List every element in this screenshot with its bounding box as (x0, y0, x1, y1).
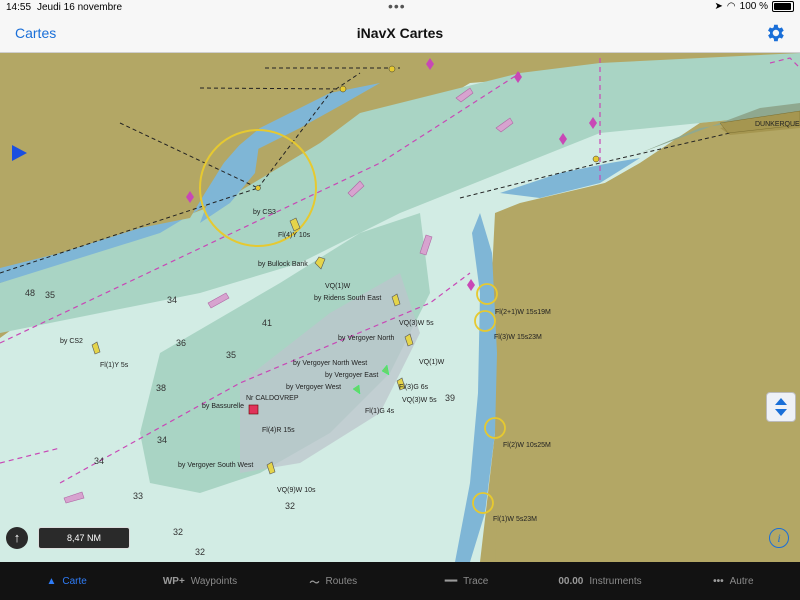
depth-sounding: 41 (262, 318, 273, 328)
light-label: Fl(2)W 10s25M (503, 442, 551, 449)
tab-carte[interactable]: ▲ Carte (0, 562, 133, 600)
light-label: Fl(3)W 15s23M (494, 334, 542, 341)
tab-waypoints[interactable]: WP+ Waypoints (133, 562, 266, 600)
navigation-bar: Cartes iNavX Cartes (0, 16, 800, 53)
trace-icon: ━━ (445, 575, 458, 587)
tab-trace[interactable]: ━━ Trace (400, 562, 533, 600)
depth-sounding: 38 (156, 383, 167, 393)
tab-label: Autre (729, 575, 754, 587)
more-dots-icon: ••• (713, 575, 724, 587)
tab-bar: ▲ Carte WP+ Waypoints 〜 Routes ━━ Trace … (0, 562, 800, 600)
depth-sounding: 32 (173, 527, 184, 537)
tab-label: Waypoints (190, 575, 238, 587)
tab-label: Trace (463, 575, 489, 587)
chart-label: by Vergoyer North West (293, 360, 368, 367)
up-down-arrows-icon (775, 398, 787, 416)
chart-canvas[interactable] (0, 53, 800, 562)
place-label-dunkerque: DUNKERQUE (755, 121, 800, 128)
depth-sounding: 32 (195, 547, 206, 557)
chart-label: by CS3 (253, 209, 276, 216)
depth-sounding: 34 (94, 456, 105, 466)
light-label: Fl(1)W 5s23M (493, 516, 537, 523)
chart-label: VQ(1)W (325, 283, 351, 290)
chart-label: by Vergoyer East (325, 372, 379, 379)
battery-icon (772, 1, 794, 12)
battery-percent: 100 % (739, 1, 768, 12)
chart-label: Fl(3)G 6s (399, 384, 429, 391)
chart-label: by Bassurelle (202, 403, 245, 410)
depth-sounding: 39 (445, 393, 456, 403)
chart-label: VQ(9)W 10s (277, 487, 316, 494)
status-bar: 14:55 Jeudi 16 novembre ••• ➤ ◠ 100 % (0, 0, 800, 16)
depth-sounding: 33 (133, 491, 144, 501)
multitasking-dots-icon[interactable]: ••• (388, 0, 406, 14)
chart-label: VQ(1)W (419, 359, 445, 366)
tab-autre[interactable]: ••• Autre (667, 562, 800, 600)
scale-indicator: 8,47 NM (38, 527, 130, 549)
depth-sounding: 35 (45, 290, 56, 300)
chart-label: Nr CALDOVREP (246, 395, 299, 402)
wifi-icon: ◠ (726, 1, 736, 12)
location-icon: ➤ (714, 1, 723, 12)
chart-label: Fl(4)R 15s (262, 427, 295, 434)
chart-label: by CS2 (60, 338, 83, 345)
status-time: 14:55 (6, 2, 32, 13)
chart-label: Fl(4)Y 10s (278, 232, 311, 239)
depth-sounding: 35 (226, 350, 237, 360)
gear-icon[interactable] (764, 22, 786, 44)
depth-sounding: 36 (176, 338, 187, 348)
arrow-up-icon: ↑ (13, 530, 21, 545)
waypoint-add-icon: WP+ (162, 575, 185, 587)
light-label: Fl(2+1)W 15s19M (495, 309, 551, 316)
chart-label: Fl(1)Y 5s (100, 362, 129, 369)
info-icon[interactable]: i (769, 528, 789, 548)
depth-sounding: 32 (285, 501, 296, 511)
chart-label: by Ridens South East (314, 295, 382, 302)
chart-label: VQ(3)W 5s (402, 397, 437, 404)
page-title: iNavX Cartes (356, 25, 444, 41)
triangle-icon: ▲ (46, 575, 57, 587)
depth-sounding: 34 (167, 295, 178, 305)
route-icon: 〜 (309, 577, 320, 589)
tab-label: Carte (62, 575, 87, 587)
depth-sounding: 48 (25, 288, 36, 298)
chart-label: by Vergoyer North (338, 335, 395, 342)
instruments-icon: 00.00 (558, 575, 584, 587)
status-right: ➤ ◠ 100 % (715, 1, 794, 12)
tab-label: Instruments (589, 575, 642, 587)
tab-routes[interactable]: 〜 Routes (267, 562, 400, 600)
chart-label: by Vergoyer South West (178, 462, 254, 469)
chart-label: by Vergoyer West (286, 384, 342, 391)
north-up-button[interactable]: ↑ (6, 527, 28, 549)
tab-label: Routes (325, 575, 358, 587)
chart-zoom-toggle[interactable] (766, 392, 796, 422)
tab-instruments[interactable]: 00.00 Instruments (533, 562, 666, 600)
chart-label: Fl(1)G 4s (365, 408, 395, 415)
chart-label: VQ(3)W 5s (399, 320, 434, 327)
status-date: Jeudi 16 novembre (37, 2, 123, 13)
chart-map[interactable]: DUNKERQUE by CS3 Fl(4)Y 10s by Bullock B… (0, 53, 800, 562)
depth-sounding: 34 (157, 435, 168, 445)
chart-label: by Bullock Bank (258, 261, 308, 268)
red-buoy-icon (248, 404, 259, 415)
play-icon[interactable] (12, 145, 27, 161)
